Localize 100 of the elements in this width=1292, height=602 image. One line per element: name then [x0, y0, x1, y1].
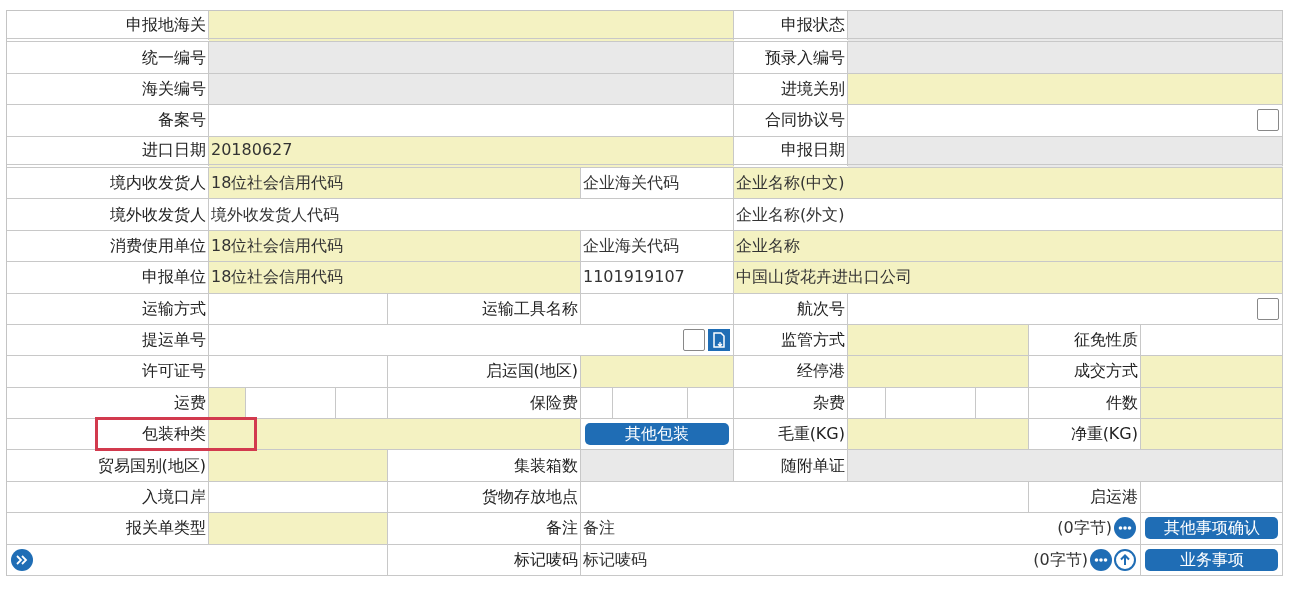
input-field[interactable]	[209, 513, 388, 545]
field-label: 消费使用单位	[110, 234, 206, 257]
input-field[interactable]: 境外收发货人代码	[209, 199, 734, 231]
input-field[interactable]: 企业海关代码	[581, 167, 734, 200]
field-label: 运输工具名称	[482, 297, 578, 320]
field-label: 集装箱数	[514, 454, 578, 477]
field-label: 经停港	[797, 360, 845, 383]
input-field[interactable]: 18位社会信用代码	[209, 230, 581, 263]
checkbox[interactable]	[1257, 297, 1279, 320]
field-label: 进口日期	[142, 139, 206, 162]
field-label: 预录入编号	[765, 46, 845, 69]
field-label: 境内收发货人	[110, 172, 206, 195]
field-label: 申报状态	[781, 13, 845, 36]
input-field[interactable]	[848, 293, 1283, 325]
field-label: 启运国(地区)	[485, 360, 578, 383]
input-field[interactable]	[1141, 481, 1283, 514]
input-field[interactable]: 1101919107	[581, 262, 734, 294]
input-field[interactable]	[209, 42, 734, 74]
input-field[interactable]	[209, 419, 581, 451]
input-field[interactable]	[848, 73, 1283, 106]
input-field[interactable]	[848, 11, 1283, 43]
expand-icon[interactable]	[11, 548, 33, 571]
input-field[interactable]	[848, 42, 1283, 74]
input-field[interactable]	[848, 419, 1029, 451]
input-field[interactable]	[1141, 324, 1283, 357]
field-label: 毛重(KG)	[777, 423, 845, 446]
field-label: 随附单证	[781, 454, 845, 477]
input-field[interactable]: 备注 (0字节)	[581, 513, 1141, 545]
field-label: 标记唛码	[514, 548, 578, 571]
input-field[interactable]	[613, 387, 688, 420]
input-field[interactable]	[886, 387, 976, 420]
input-field[interactable]	[209, 356, 388, 388]
field-label: 运费	[174, 391, 206, 414]
input-field[interactable]	[1141, 387, 1283, 420]
input-field[interactable]	[1141, 419, 1283, 451]
field-label: 监管方式	[781, 329, 845, 352]
input-field[interactable]	[209, 324, 734, 357]
input-field[interactable]: 标记唛码 (0字节)	[581, 544, 1141, 577]
checkbox[interactable]	[1257, 109, 1279, 132]
input-field[interactable]	[581, 293, 734, 325]
field-label: 航次号	[797, 297, 845, 320]
byte-counter: (0字节)	[1057, 517, 1112, 540]
input-field[interactable]	[581, 450, 734, 482]
input-field[interactable]	[581, 481, 1029, 514]
upload-icon[interactable]	[1114, 548, 1136, 571]
field-label: 进境关别	[781, 77, 845, 100]
field-label: 启运港	[1090, 486, 1138, 509]
input-field[interactable]: 企业名称	[734, 230, 1283, 263]
field-label: 成交方式	[1074, 360, 1138, 383]
field-label: 件数	[1106, 391, 1138, 414]
field-label: 备案号	[158, 109, 206, 132]
input-field[interactable]	[581, 387, 613, 420]
input-field[interactable]	[581, 356, 734, 388]
action-button[interactable]: 其他包装	[585, 423, 729, 446]
input-field[interactable]	[848, 324, 1029, 357]
field-label: 海关编号	[142, 77, 206, 100]
input-field[interactable]	[848, 356, 1029, 388]
input-field[interactable]	[336, 387, 388, 420]
action-button[interactable]: 其他事项确认	[1145, 517, 1278, 540]
field-label: 境外收发货人	[110, 203, 206, 226]
field-label: 净重(KG)	[1070, 423, 1138, 446]
input-field[interactable]	[209, 481, 388, 514]
input-field[interactable]: 企业海关代码	[581, 230, 734, 263]
field-label: 征免性质	[1074, 329, 1138, 352]
field-label: 备注	[546, 517, 578, 540]
more-icon[interactable]	[1114, 517, 1136, 540]
field-label: 运输方式	[142, 297, 206, 320]
input-field[interactable]: 18位社会信用代码	[209, 262, 581, 294]
field-label: 申报单位	[142, 266, 206, 289]
field-label: 申报日期	[781, 139, 845, 162]
input-field[interactable]	[688, 387, 734, 420]
field-label: 合同协议号	[765, 109, 845, 132]
input-field[interactable]	[848, 450, 1283, 482]
input-field[interactable]	[209, 105, 734, 137]
input-field[interactable]	[209, 450, 388, 482]
input-field[interactable]	[848, 387, 886, 420]
field-label: 杂费	[813, 391, 845, 414]
action-button[interactable]: 业务事项	[1145, 548, 1278, 571]
input-field[interactable]	[848, 105, 1283, 137]
field-label: 保险费	[530, 391, 578, 414]
checkbox[interactable]	[683, 329, 705, 352]
input-field[interactable]	[976, 387, 1029, 420]
field-label: 贸易国别(地区)	[97, 454, 206, 477]
field-label: 包装种类	[142, 423, 206, 446]
input-field[interactable]	[209, 293, 388, 325]
input-field[interactable]: 18位社会信用代码	[209, 167, 581, 200]
input-field[interactable]	[209, 11, 734, 43]
input-field[interactable]	[209, 73, 734, 106]
input-field[interactable]	[848, 136, 1283, 168]
input-field[interactable]: 20180627	[209, 136, 734, 168]
input-field[interactable]: 企业名称(外文)	[734, 199, 1283, 231]
more-icon[interactable]	[1090, 548, 1112, 571]
input-field[interactable]	[1141, 356, 1283, 388]
field-label: 报关单类型	[126, 517, 206, 540]
input-field[interactable]: 中国山货花卉进出口公司	[734, 262, 1283, 294]
field-label: 货物存放地点	[482, 486, 578, 509]
field-label: 提运单号	[142, 329, 206, 352]
input-field[interactable]: 企业名称(中文)	[734, 167, 1283, 200]
document-icon[interactable]	[708, 329, 730, 352]
field-label: 许可证号	[142, 360, 206, 383]
